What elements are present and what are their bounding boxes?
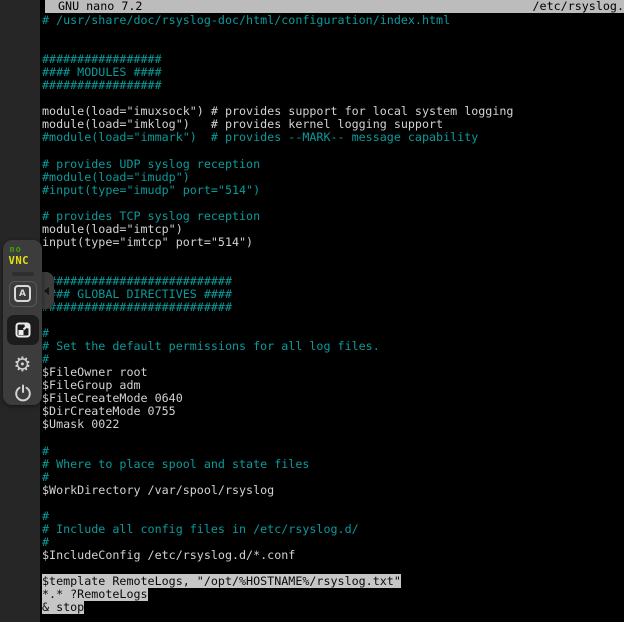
terminal-line: $IncludeConfig /etc/rsyslog.d/*.conf (42, 549, 624, 562)
terminal-line: ########################### (42, 301, 624, 314)
terminal-line (42, 432, 624, 445)
vnc-terminal-canvas[interactable]: GNU nano 7.2 /etc/rsyslog. # /usr/share/… (40, 0, 624, 622)
terminal-line: $WorkDirectory /var/spool/rsyslog (42, 484, 624, 497)
fullscreen-button[interactable] (7, 315, 39, 346)
settings-button[interactable]: ⚙ (9, 351, 37, 377)
terminal-line: # Include all config files in /etc/rsysl… (42, 523, 624, 536)
terminal-line: #module(load="immark") # provides --MARK… (42, 131, 624, 144)
terminal-line: *.* ?RemoteLogs (42, 588, 624, 601)
terminal-line: & stop (42, 601, 624, 614)
fullscreen-icon (14, 321, 32, 339)
terminal-line: $DirCreateMode 0755 (42, 405, 624, 418)
gear-icon: ⚙ (14, 354, 32, 374)
keyboard-key-a-icon: A (14, 285, 31, 302)
terminal-line: # /usr/share/doc/rsyslog-doc/html/config… (42, 14, 624, 27)
novnc-control-bar: no VNC A ⚙ (3, 240, 42, 405)
novnc-logo-top: no (10, 245, 37, 255)
terminal-line: # Set the default permissions for all lo… (42, 340, 624, 353)
nano-filename-label: /etc/rsyslog. (533, 0, 624, 13)
power-button[interactable] (9, 380, 37, 405)
extra-keys-button[interactable]: A (9, 281, 37, 307)
terminal-body: # /usr/share/doc/rsyslog-doc/html/config… (42, 14, 624, 614)
control-bar-collapse-handle[interactable] (40, 272, 54, 309)
terminal-line (42, 27, 624, 40)
terminal-line: $Umask 0022 (42, 418, 624, 431)
terminal-line: #input(type="imudp" port="514") (42, 184, 624, 197)
terminal-line (42, 314, 624, 327)
novnc-logo-bottom: VNC (9, 255, 37, 267)
terminal-line: # Where to place spool and state files (42, 458, 624, 471)
nano-version-label: GNU nano 7.2 (58, 0, 142, 13)
power-icon (13, 383, 33, 403)
novnc-logo: no VNC (9, 245, 37, 267)
drag-handle[interactable] (12, 272, 34, 276)
chevron-left-icon (44, 287, 49, 295)
nano-titlebar: GNU nano 7.2 /etc/rsyslog. (45, 0, 624, 13)
terminal-line (42, 497, 624, 510)
terminal-line: ################# (42, 79, 624, 92)
terminal-line (42, 249, 624, 262)
terminal-line: input(type="imtcp" port="514") (42, 236, 624, 249)
